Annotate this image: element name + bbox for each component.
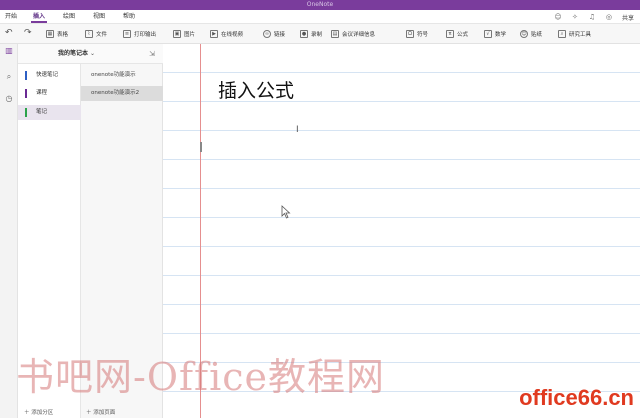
symbol-button[interactable]: Ω 符号 (406, 27, 428, 41)
online-video-label: 在线视频 (221, 32, 244, 38)
watermark-text: 书吧网-Office教程网 (16, 355, 386, 399)
researcher-button[interactable]: ⌕ 研究工具 (558, 27, 591, 41)
redo-icon[interactable]: ↷ (24, 28, 32, 38)
researcher-label: 研究工具 (569, 32, 592, 38)
link-icon: ∞ (263, 30, 271, 38)
sticker-icon: ☺ (520, 30, 528, 38)
tab-draw[interactable]: 绘图 (60, 10, 78, 24)
printout-button[interactable]: ≡ 打印输出 (123, 27, 156, 41)
page-title[interactable]: 插入公式 (218, 78, 294, 104)
tab-home[interactable]: 开始 (2, 10, 20, 24)
smiley-icon[interactable]: ☺ (554, 13, 562, 21)
share-button[interactable]: 共享 (622, 13, 634, 22)
microphone-icon: ● (300, 30, 308, 38)
table-label: 表格 (57, 32, 69, 38)
file-label: 文件 (96, 32, 108, 38)
video-icon: ▶ (210, 30, 218, 38)
printout-label: 打印输出 (134, 32, 157, 38)
lightbulb-icon[interactable]: ✧ (571, 13, 579, 21)
notification-icon[interactable]: ◎ (605, 13, 613, 21)
link-label: 链接 (274, 32, 286, 38)
mouse-pointer-icon (281, 205, 291, 219)
section-item-course[interactable]: 课程 (18, 86, 81, 101)
resize-handle[interactable] (200, 142, 202, 152)
picture-button[interactable]: ▣ 图片 (173, 27, 195, 41)
table-button[interactable]: ▦ 表格 (46, 27, 68, 41)
section-color-tab (25, 71, 27, 80)
math-button[interactable]: √ 数学 (484, 27, 506, 41)
title-bar: OneNote (0, 0, 640, 10)
online-video-button[interactable]: ▶ 在线视频 (210, 27, 243, 41)
section-color-tab (25, 89, 27, 98)
researcher-icon: ⌕ (558, 30, 566, 38)
table-icon: ▦ (46, 30, 54, 38)
paperclip-icon: ⌇ (85, 30, 93, 38)
pi-icon: π (446, 30, 454, 38)
add-page-label: 添加页面 (93, 410, 116, 416)
window-title: OneNote (306, 1, 334, 8)
ribbon-insert: ↶ ↷ ▦ 表格 ⌇ 文件 ≡ 打印输出 ▣ 图片 ▶ 在线视频 ∞ 链接 ● 录制 ▤ 会议详… (0, 24, 640, 44)
symbol-label: 符号 (417, 32, 429, 38)
onenote-window: OneNote 开始 插入 绘图 视图 帮助 ☺ ✧ ♫ ◎ 共享 ↶ ↷ ▦ 表… (0, 0, 640, 418)
add-page-button[interactable]: ＋ 添加页面 (86, 408, 115, 418)
page-item[interactable]: onenote功能演示 (81, 68, 163, 83)
section-color-tab (25, 108, 27, 117)
record-label: 录制 (311, 32, 323, 38)
meeting-details-button[interactable]: ▤ 会议详细信息 (331, 27, 375, 41)
watermark-logo: office66.cn (519, 385, 634, 410)
add-section-button[interactable]: ＋ 添加分区 (24, 408, 53, 418)
section-label: 课程 (36, 90, 48, 96)
search-icon[interactable]: ⌕ (4, 72, 14, 82)
text-cursor-icon: I (296, 125, 299, 135)
sticker-button[interactable]: ☺ 贴纸 (520, 27, 542, 41)
calendar-icon: ▤ (331, 30, 339, 38)
omega-icon: Ω (406, 30, 414, 38)
add-section-label: 添加分区 (31, 410, 54, 416)
link-button[interactable]: ∞ 链接 (263, 27, 285, 41)
menu-right-tools: ☺ ✧ ♫ ◎ 共享 (554, 10, 634, 24)
sticker-label: 贴纸 (531, 32, 543, 38)
menu-bar: 开始 插入 绘图 视图 帮助 ☺ ✧ ♫ ◎ 共享 (0, 10, 640, 24)
bell-icon[interactable]: ♫ (588, 13, 596, 21)
math-label: 数学 (495, 32, 507, 38)
math-icon: √ (484, 30, 492, 38)
section-label: 快速笔记 (36, 72, 59, 78)
tab-help[interactable]: 帮助 (120, 10, 138, 24)
section-label: 笔记 (36, 109, 48, 115)
record-button[interactable]: ● 录制 (300, 27, 322, 41)
file-button[interactable]: ⌇ 文件 (85, 27, 107, 41)
tab-view[interactable]: 视图 (90, 10, 108, 24)
tab-insert[interactable]: 插入 (30, 10, 48, 24)
section-item-quick-notes[interactable]: 快速笔记 (18, 68, 81, 83)
section-item-notes[interactable]: 笔记 (18, 105, 81, 120)
page-item-active[interactable]: onenote功能演示2 (81, 86, 163, 101)
meeting-details-label: 会议详细信息 (342, 32, 376, 38)
pin-icon[interactable]: ⇲ (149, 44, 155, 64)
picture-label: 图片 (184, 32, 196, 38)
picture-icon: ▣ (173, 30, 181, 38)
notebooks-icon[interactable]: ▥ (4, 46, 14, 56)
notebook-header[interactable]: 我的笔记本 ⌄ ⇲ (18, 44, 163, 64)
chevron-down-icon: ⌄ (90, 50, 96, 57)
recent-clock-icon[interactable]: ◷ (4, 94, 14, 104)
printout-icon: ≡ (123, 30, 131, 38)
equation-button[interactable]: π 公式 (446, 27, 468, 41)
equation-label: 公式 (457, 32, 469, 38)
undo-icon[interactable]: ↶ (5, 28, 13, 38)
notebook-name: 我的笔记本 (58, 50, 89, 57)
